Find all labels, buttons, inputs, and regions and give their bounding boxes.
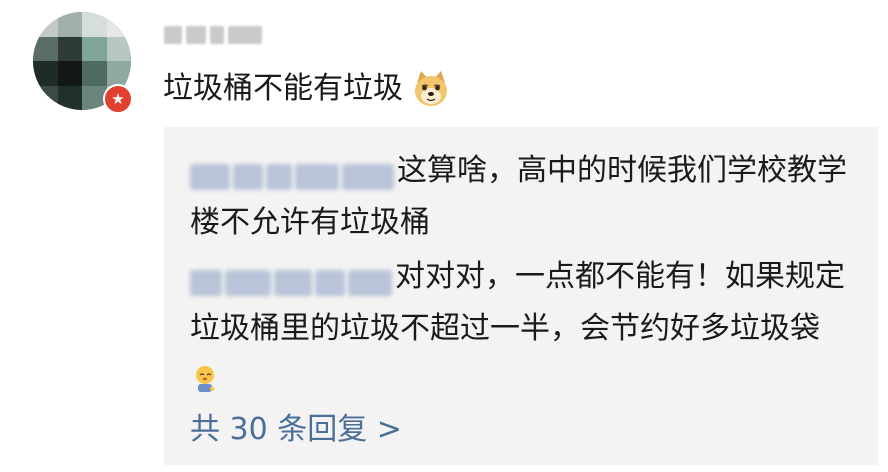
reply-username-blurred[interactable] <box>190 261 395 296</box>
reply-username-blurred[interactable] <box>190 155 397 190</box>
verified-badge-icon: ★ <box>103 84 133 114</box>
shy-face-emoji-icon <box>196 365 215 392</box>
view-more-replies-link[interactable]: 共 30 条回复 > <box>190 409 402 451</box>
reply-item: 这算啥，高中的时候我们学校教学楼不允许有垃圾桶 <box>190 145 850 249</box>
doge-emoji-icon <box>415 71 447 106</box>
replies-panel: 这算啥，高中的时候我们学校教学楼不允许有垃圾桶 对对对，一点都不能有！如果规定垃… <box>164 127 878 465</box>
reply-item: 对对对，一点都不能有！如果规定垃圾桶里的垃圾不超过一半，会节约好多垃圾袋 <box>190 251 850 407</box>
username-blurred[interactable] <box>164 24 262 46</box>
comment-text: 垃圾桶不能有垃圾 <box>163 63 451 115</box>
comment-card: ★ 垃圾桶不能有垃圾 这算啥，高中的时候我们学校教学楼不允许有垃圾桶 对对对，一… <box>0 0 888 472</box>
comment-body: 垃圾桶不能有垃圾 <box>163 71 403 106</box>
